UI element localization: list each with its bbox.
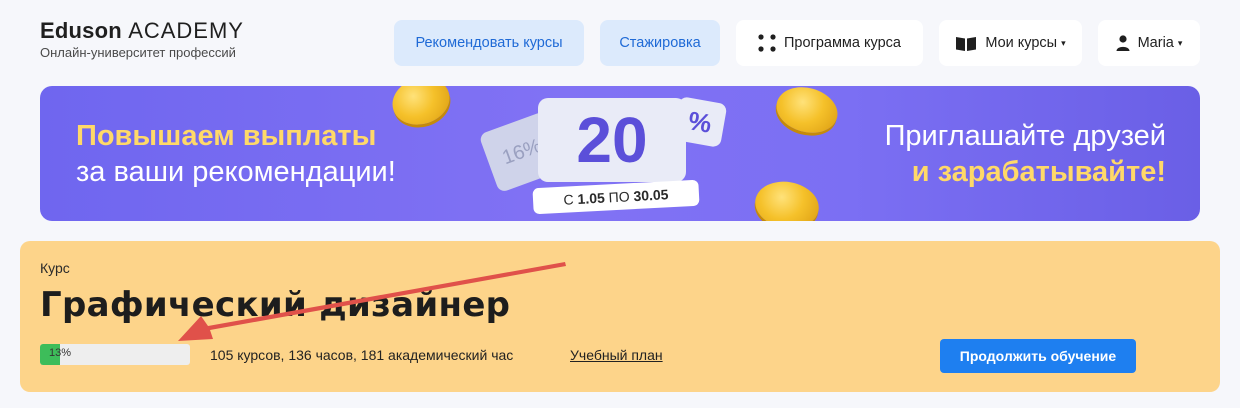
- progress-text: 13%: [49, 347, 72, 359]
- course-label: Курс: [40, 260, 70, 276]
- grid-dots-icon: [758, 34, 776, 52]
- logo-brand: Eduson: [40, 18, 122, 43]
- course-card: Курс Графический дизайнер 13% 105 курсов…: [20, 241, 1220, 392]
- logo-wordmark: Eduson ACADEMY: [40, 18, 244, 44]
- banner-right-headline: Приглашайте друзей: [884, 120, 1166, 152]
- date-start: 1.05: [577, 189, 606, 208]
- course-title: Графический дизайнер: [40, 285, 511, 325]
- date-mid: ПО: [608, 188, 630, 206]
- my-courses-dropdown[interactable]: Мои курсы ▾: [939, 20, 1082, 66]
- my-courses-label: Мои курсы: [985, 35, 1058, 51]
- course-program-button[interactable]: Программа курса: [736, 20, 923, 66]
- study-plan-link[interactable]: Учебный план: [570, 347, 663, 363]
- banner-right-text: Приглашайте друзей и зарабатывайте!: [885, 118, 1166, 190]
- promo-banner[interactable]: Повышаем выплаты за ваши рекомендации! 1…: [40, 86, 1200, 221]
- logo-academy: ACADEMY: [128, 18, 244, 43]
- course-stats: 105 курсов, 136 часов, 181 академический…: [210, 347, 514, 363]
- coin-image: [751, 176, 823, 221]
- banner-left-text: Повышаем выплаты за ваши рекомендации!: [76, 118, 396, 190]
- logo[interactable]: Eduson ACADEMY Онлайн-университет профес…: [40, 18, 244, 60]
- user-icon: [1116, 35, 1130, 51]
- open-book-icon: [956, 37, 977, 51]
- coin-image: [771, 86, 843, 140]
- user-name: Maria: [1137, 35, 1174, 51]
- recommend-courses-label: Рекомендовать курсы: [415, 35, 563, 51]
- date-prefix: С: [563, 191, 575, 208]
- internship-label: Стажировка: [619, 35, 701, 51]
- chevron-down-icon: ▾: [1177, 37, 1183, 48]
- banner-left-headline: Повышаем выплаты: [76, 120, 377, 152]
- banner-left-subline: за ваши рекомендации!: [76, 156, 396, 188]
- user-menu[interactable]: Maria ▾: [1098, 20, 1200, 66]
- logo-tagline: Онлайн-университет профессий: [40, 45, 236, 60]
- continue-learning-button[interactable]: Продолжить обучение: [940, 339, 1136, 373]
- date-end: 30.05: [633, 186, 669, 205]
- recommend-courses-button[interactable]: Рекомендовать курсы: [394, 20, 584, 66]
- course-progress-bar: 13%: [40, 344, 190, 365]
- course-program-label: Программа курса: [784, 35, 901, 51]
- internship-button[interactable]: Стажировка: [600, 20, 720, 66]
- promo-dates: С 1.05 ПО 30.05: [532, 179, 700, 215]
- percent-sign: %: [672, 96, 728, 148]
- coin-image: [386, 86, 456, 132]
- banner-right-subline: и зарабатывайте!: [911, 156, 1166, 188]
- chevron-down-icon: ▾: [1061, 37, 1066, 48]
- discount-value: 20: [538, 98, 686, 182]
